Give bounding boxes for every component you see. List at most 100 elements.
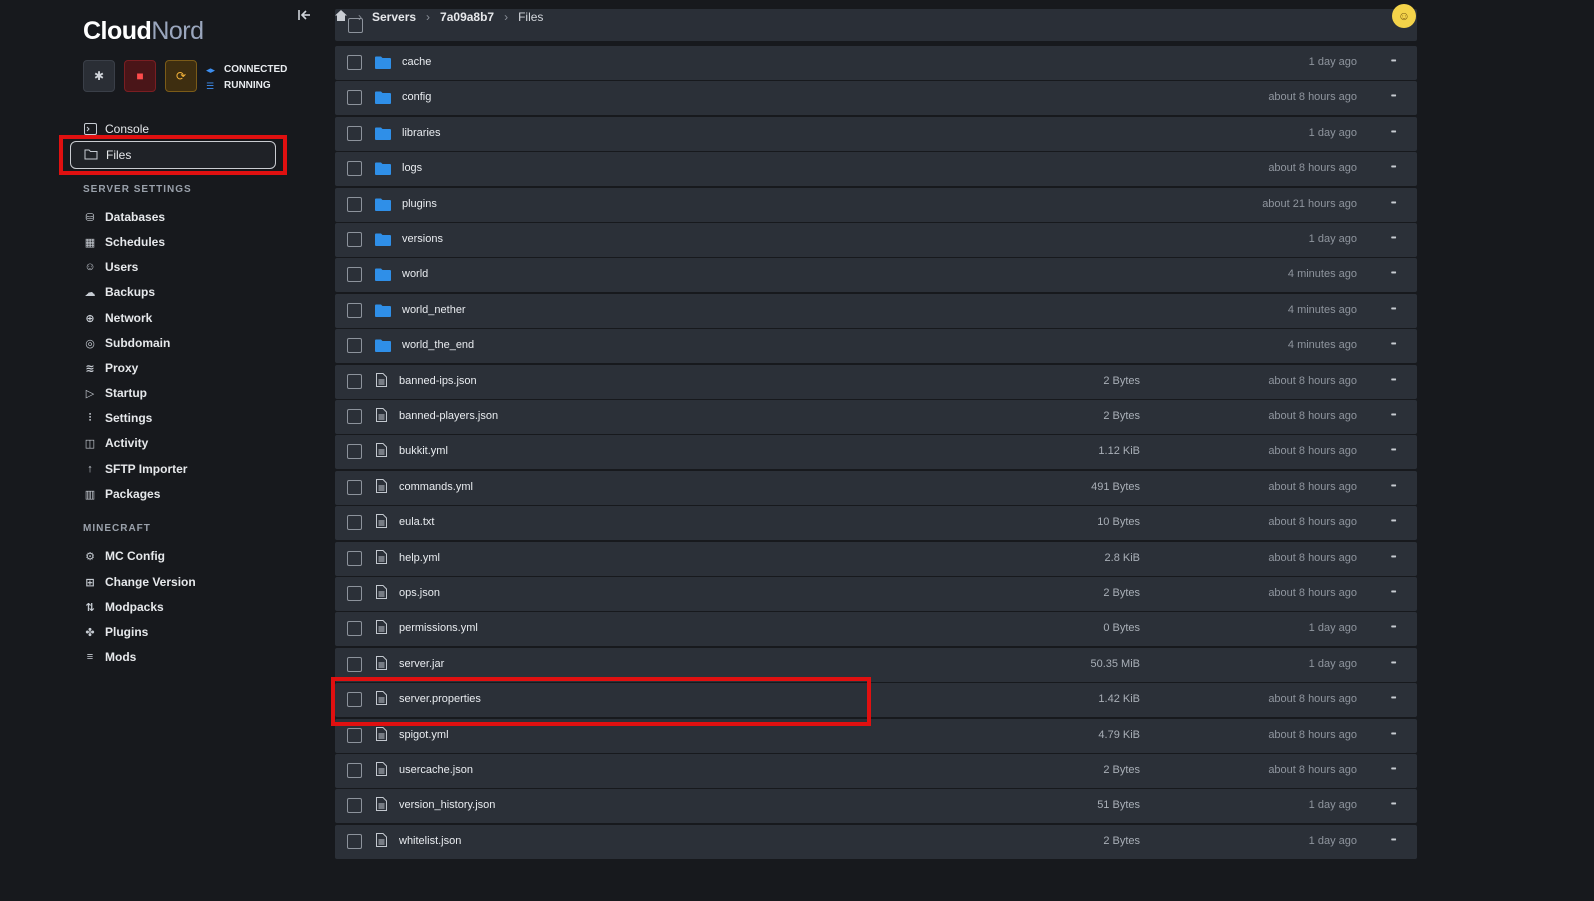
file-name[interactable]: version_history.json bbox=[399, 799, 495, 811]
more-options-icon[interactable]: ••• bbox=[1391, 129, 1407, 136]
file-row[interactable]: whitelist.json 2 Bytes 1 day ago ••• bbox=[335, 824, 1417, 859]
sidebar-item-subdomain[interactable]: ◎ Subdomain bbox=[83, 332, 170, 354]
file-row[interactable]: plugins about 21 hours ago ••• bbox=[335, 187, 1417, 222]
file-checkbox[interactable] bbox=[347, 586, 362, 601]
restart-server-button[interactable]: ⟳ bbox=[165, 60, 197, 92]
file-checkbox[interactable] bbox=[347, 161, 362, 177]
file-row[interactable]: config about 8 hours ago ••• bbox=[335, 81, 1417, 116]
more-options-icon[interactable]: ••• bbox=[1391, 695, 1407, 702]
more-options-icon[interactable]: ••• bbox=[1391, 200, 1407, 207]
sidebar-item-packages[interactable]: ▥ Packages bbox=[83, 483, 161, 505]
file-row[interactable]: world_nether 4 minutes ago ••• bbox=[335, 293, 1417, 328]
file-name[interactable]: cache bbox=[402, 56, 431, 68]
more-options-icon[interactable]: ••• bbox=[1391, 731, 1407, 738]
file-name[interactable]: server.properties bbox=[399, 693, 481, 705]
file-name[interactable]: eula.txt bbox=[399, 516, 434, 528]
file-name[interactable]: libraries bbox=[402, 127, 441, 139]
stop-server-button[interactable]: ■ bbox=[124, 60, 156, 92]
file-checkbox[interactable] bbox=[347, 763, 362, 778]
file-row[interactable]: commands.yml 491 Bytes about 8 hours ago ••… bbox=[335, 470, 1417, 505]
file-row[interactable]: help.yml 2.8 KiB about 8 hours ago ••• bbox=[335, 541, 1417, 576]
file-checkbox[interactable] bbox=[347, 833, 362, 849]
file-row[interactable]: server.jar 50.35 MiB 1 day ago ••• bbox=[335, 647, 1417, 682]
file-name[interactable]: banned-ips.json bbox=[399, 375, 477, 387]
file-row[interactable]: banned-players.json 2 Bytes about 8 hours … bbox=[335, 400, 1417, 434]
sidebar-item-console[interactable]: Console bbox=[83, 118, 149, 140]
file-name[interactable]: banned-players.json bbox=[399, 410, 498, 422]
file-name[interactable]: plugins bbox=[402, 198, 437, 210]
more-options-icon[interactable]: ••• bbox=[1391, 483, 1407, 490]
file-row[interactable]: server.properties 1.42 KiB about 8 hours a… bbox=[335, 683, 1417, 718]
sidebar-item-databases[interactable]: ⛁ Databases bbox=[83, 206, 165, 228]
more-options-icon[interactable]: ••• bbox=[1391, 801, 1407, 808]
file-row[interactable]: eula.txt 10 Bytes about 8 hours ago ••• bbox=[335, 506, 1417, 541]
file-checkbox[interactable] bbox=[347, 302, 362, 318]
more-options-icon[interactable]: ••• bbox=[1391, 235, 1407, 242]
server-settings-button[interactable]: ✱ bbox=[83, 60, 115, 92]
breadcrumb-server-id[interactable]: 7a09a8b7 bbox=[440, 10, 494, 24]
more-options-icon[interactable]: ••• bbox=[1391, 554, 1407, 561]
file-name[interactable]: world_nether bbox=[402, 304, 466, 316]
sidebar-item-activity[interactable]: ◫ Activity bbox=[83, 432, 149, 454]
file-checkbox[interactable] bbox=[347, 232, 362, 247]
more-options-icon[interactable]: ••• bbox=[1391, 766, 1407, 773]
sidebar-item-modpacks[interactable]: ⇅ Modpacks bbox=[83, 596, 163, 618]
file-name[interactable]: usercache.json bbox=[399, 764, 473, 776]
file-row[interactable]: ops.json 2 Bytes about 8 hours ago ••• bbox=[335, 577, 1417, 611]
file-row[interactable]: libraries 1 day ago ••• bbox=[335, 116, 1417, 151]
file-row[interactable]: usercache.json 2 Bytes about 8 hours ago ••… bbox=[335, 754, 1417, 788]
file-row[interactable]: bukkit.yml 1.12 KiB about 8 hours ago ••• bbox=[335, 435, 1417, 470]
file-name[interactable]: config bbox=[402, 91, 431, 103]
file-name[interactable]: versions bbox=[402, 233, 443, 245]
file-row[interactable]: world_the_end 4 minutes ago ••• bbox=[335, 329, 1417, 364]
file-name[interactable]: world bbox=[402, 268, 428, 280]
more-options-icon[interactable]: ••• bbox=[1391, 660, 1407, 667]
file-row[interactable]: permissions.yml 0 Bytes 1 day ago ••• bbox=[335, 612, 1417, 647]
file-name[interactable]: server.jar bbox=[399, 658, 444, 670]
file-checkbox[interactable] bbox=[347, 444, 362, 460]
file-checkbox[interactable] bbox=[347, 550, 362, 566]
file-checkbox[interactable] bbox=[347, 125, 362, 141]
file-name[interactable]: bukkit.yml bbox=[399, 445, 448, 457]
file-checkbox[interactable] bbox=[347, 656, 362, 672]
sidebar-item-sftp-importer[interactable]: ↑ SFTP Importer bbox=[83, 458, 187, 480]
more-options-icon[interactable]: ••• bbox=[1391, 447, 1407, 454]
home-icon[interactable] bbox=[334, 9, 348, 25]
file-checkbox[interactable] bbox=[347, 409, 362, 424]
file-checkbox[interactable] bbox=[347, 515, 362, 531]
file-checkbox[interactable] bbox=[347, 692, 362, 708]
file-name[interactable]: spigot.yml bbox=[399, 729, 449, 741]
more-options-icon[interactable]: ••• bbox=[1391, 518, 1407, 525]
file-checkbox[interactable] bbox=[347, 267, 362, 283]
sidebar-item-settings[interactable]: ⫶ Settings bbox=[83, 407, 153, 429]
sidebar-item-network[interactable]: ⊕ Network bbox=[83, 307, 152, 329]
file-checkbox[interactable] bbox=[347, 55, 362, 70]
file-row[interactable]: version_history.json 51 Bytes 1 day ago ••• bbox=[335, 789, 1417, 824]
file-row[interactable]: versions 1 day ago ••• bbox=[335, 223, 1417, 257]
more-options-icon[interactable]: ••• bbox=[1391, 341, 1407, 348]
cloudnord-logo[interactable]: Cloud Nord bbox=[83, 12, 204, 46]
avatar[interactable]: ☺ bbox=[1392, 4, 1416, 28]
more-options-icon[interactable]: ••• bbox=[1391, 306, 1407, 313]
file-checkbox[interactable] bbox=[347, 621, 362, 637]
file-checkbox[interactable] bbox=[347, 90, 362, 106]
more-options-icon[interactable]: ••• bbox=[1391, 270, 1407, 277]
file-checkbox[interactable] bbox=[347, 798, 362, 814]
sidebar-item-change-version[interactable]: ⊞ Change Version bbox=[83, 571, 195, 593]
sidebar-item-users[interactable]: ☺ Users bbox=[83, 256, 138, 278]
sidebar-item-schedules[interactable]: ▦ Schedules bbox=[83, 231, 165, 253]
file-name[interactable]: permissions.yml bbox=[399, 622, 478, 634]
more-options-icon[interactable]: ••• bbox=[1391, 93, 1407, 100]
file-name[interactable]: ops.json bbox=[399, 587, 440, 599]
file-row[interactable]: spigot.yml 4.79 KiB about 8 hours ago ••• bbox=[335, 718, 1417, 753]
sidebar-item-plugins[interactable]: ✤ Plugins bbox=[83, 621, 148, 643]
file-row[interactable]: logs about 8 hours ago ••• bbox=[335, 152, 1417, 187]
more-options-icon[interactable]: ••• bbox=[1391, 412, 1407, 419]
file-name[interactable]: commands.yml bbox=[399, 481, 473, 493]
sidebar-item-startup[interactable]: ▷ Startup bbox=[83, 382, 147, 404]
sidebar-item-mods[interactable]: ≡ Mods bbox=[83, 646, 137, 668]
more-options-icon[interactable]: ••• bbox=[1391, 837, 1407, 844]
more-options-icon[interactable]: ••• bbox=[1391, 164, 1407, 171]
file-name[interactable]: logs bbox=[402, 162, 422, 174]
file-row[interactable]: banned-ips.json 2 Bytes about 8 hours ago •… bbox=[335, 364, 1417, 399]
